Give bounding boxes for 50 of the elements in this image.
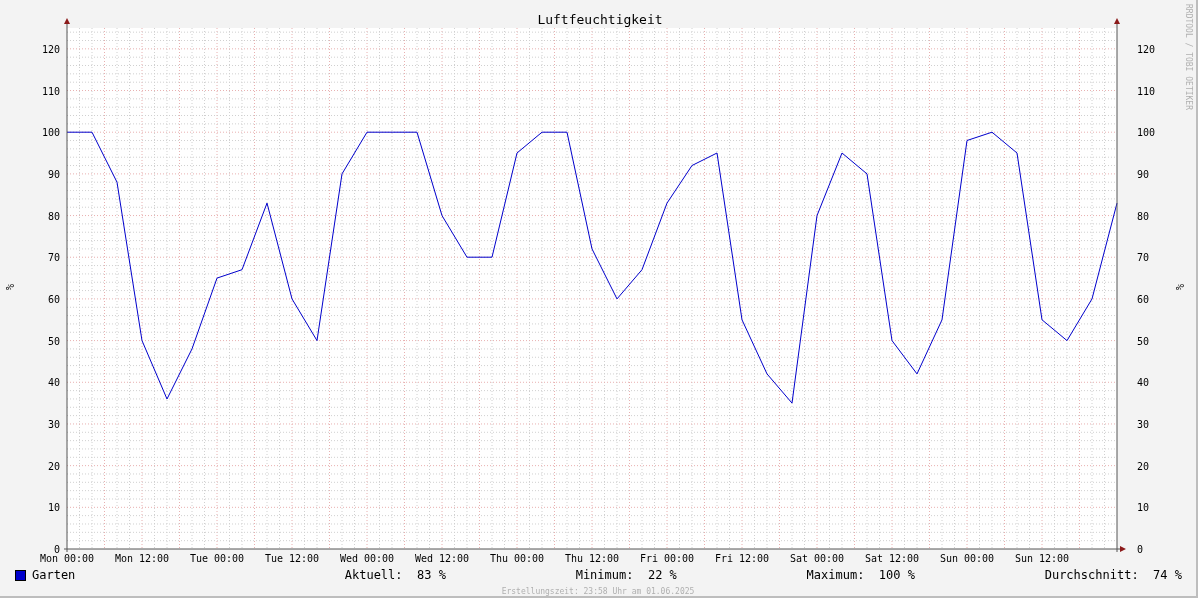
y-tick-label: 80	[47, 210, 60, 222]
y-tick-label: 60	[1137, 293, 1150, 305]
x-tick-label: Thu 00:00	[489, 553, 545, 562]
x-tick-label: Wed 00:00	[339, 553, 395, 562]
y-tick-label: 20	[1137, 460, 1150, 472]
y-tick-label: 100	[1137, 127, 1156, 139]
y-tick-label: 100	[41, 127, 60, 139]
y-tick-label: 90	[1137, 168, 1150, 180]
legend-label: Garten	[32, 568, 76, 582]
y-tick-label: 50	[47, 335, 60, 347]
x-tick-label: Mon 12:00	[114, 553, 170, 562]
y-tick-label: 90	[47, 168, 60, 180]
y-tick-label: 30	[47, 418, 60, 430]
chart-title: Luftfeuchtigkeit	[537, 12, 663, 27]
x-tick-label: Sun 12:00	[1014, 553, 1070, 562]
y-tick-label: 0	[1137, 544, 1144, 555]
y-tick-label: 30	[1137, 418, 1150, 430]
y-tick-label: 110	[1137, 85, 1156, 97]
stat-text: Minimum: 22 %	[575, 568, 677, 582]
x-tick-label: Fri 12:00	[714, 553, 770, 562]
y-axis-label: %	[4, 284, 15, 290]
y-tick-label: 120	[41, 43, 60, 55]
y-tick-label: 50	[1137, 335, 1150, 347]
y-tick-label: 110	[41, 85, 60, 97]
y-tick-label: 10	[47, 502, 60, 514]
stat-text: Aktuell: 83 %	[344, 568, 446, 582]
y-tick-label: 40	[47, 377, 60, 389]
y-tick-label: 60	[47, 293, 60, 305]
y-tick-label: 40	[1137, 377, 1150, 389]
y-tick-label: 20	[47, 460, 60, 472]
credit-text: RRDTOOL / TOBI OETIKER	[1184, 4, 1193, 110]
y-tick-label: 0	[53, 544, 60, 555]
x-tick-label: Sat 00:00	[789, 553, 845, 562]
x-tick-label: Tue 12:00	[264, 553, 320, 562]
x-tick-label: Fri 00:00	[639, 553, 695, 562]
y-tick-label: 70	[1137, 252, 1150, 264]
y-tick-label: 120	[1137, 43, 1156, 55]
y-tick-label: 80	[1137, 210, 1150, 222]
x-tick-label: Wed 12:00	[414, 553, 470, 562]
x-tick-label: Sat 12:00	[864, 553, 920, 562]
x-tick-label: Thu 12:00	[564, 553, 620, 562]
stat-text: Durchschnitt: 74 %	[1044, 568, 1182, 582]
y-tick-label: 70	[47, 252, 60, 264]
x-tick-label: Mon 00:00	[39, 553, 95, 562]
x-tick-label: Tue 00:00	[189, 553, 245, 562]
stat-text: Maximum: 100 %	[806, 568, 915, 582]
footer-text: Erstellungszeit: 23:58 Uhr am 01.06.2025	[500, 587, 696, 596]
x-tick-label: Sun 00:00	[939, 553, 995, 562]
y-axis-label: %	[1174, 284, 1185, 290]
y-tick-label: 10	[1137, 502, 1150, 514]
